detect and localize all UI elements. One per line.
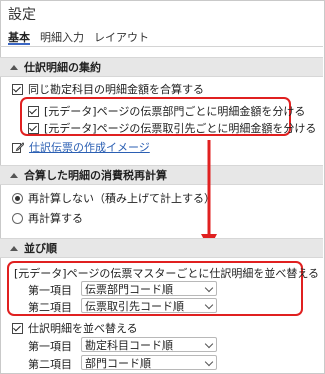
- section-header-sort[interactable]: 並び順: [0, 238, 323, 258]
- master-second-label: 第二項目: [28, 301, 72, 314]
- chevron-down-icon: [204, 357, 214, 367]
- collapse-caret-icon[interactable]: [10, 245, 18, 251]
- master-first-label: 第一項目: [28, 284, 72, 297]
- annotation-arrow-icon: [201, 140, 217, 249]
- chevron-down-icon: [204, 300, 214, 310]
- detail-first-label: 第一項目: [28, 340, 72, 353]
- detail-second-select[interactable]: 部門コード順: [81, 355, 217, 370]
- master-sort-description: [元データ]ページの伝票マスターごとに仕訳明細を並べ替える: [14, 265, 319, 281]
- select-value: 伝票部門コード順: [85, 282, 173, 296]
- select-value: 伝票取引先コード順: [85, 299, 184, 313]
- checkbox-icon[interactable]: [12, 322, 23, 334]
- detail-first-select[interactable]: 勘定科目コード順: [81, 337, 217, 352]
- chevron-down-icon: [204, 283, 214, 293]
- detail-second-label: 第二項目: [28, 358, 72, 371]
- option-sort-details[interactable]: 仕訳明細を並べ替える: [12, 320, 138, 336]
- chevron-down-icon: [204, 339, 214, 349]
- option-label: 仕訳明細を並べ替える: [28, 322, 138, 335]
- section-title-sort: 並び順: [24, 242, 57, 255]
- master-second-select[interactable]: 伝票取引先コード順: [81, 298, 217, 313]
- master-first-select[interactable]: 伝票部門コード順: [81, 281, 217, 296]
- master-sort-label: [元データ]ページの伝票マスターごとに仕訳明細を並べ替える: [14, 267, 320, 280]
- select-value: 部門コード順: [85, 356, 151, 370]
- select-value: 勘定科目コード順: [85, 338, 173, 352]
